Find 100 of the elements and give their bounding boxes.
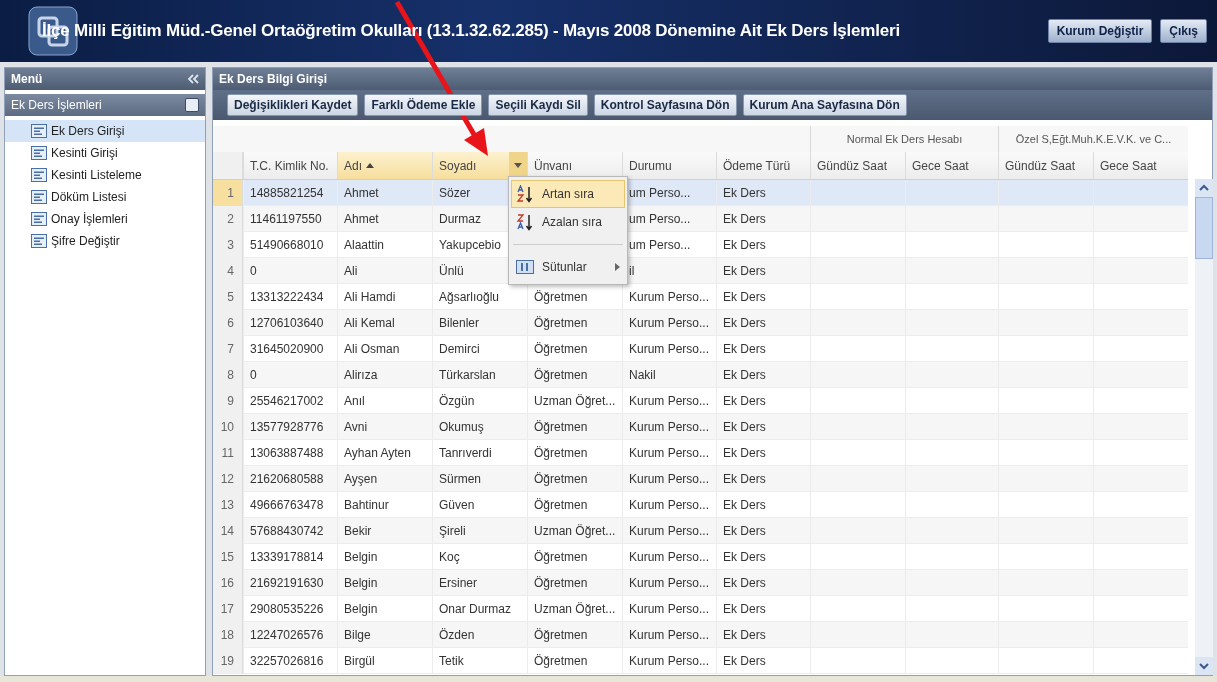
scroll-thumb[interactable] <box>1195 197 1213 259</box>
table-row[interactable]: 17 29080535226 Belgin Onar Durmaz Uzman Öğret... Kurum Perso... Ek Ders <box>213 596 1188 622</box>
toolbar-button[interactable]: Farklı Ödeme Ekle <box>364 94 483 116</box>
table-cell: Ek Ders <box>723 549 766 564</box>
table-row[interactable]: 18 12247026576 Bilge Özden Öğretmen Kurum Perso... Ek Ders <box>213 622 1188 648</box>
row-number: 17 <box>213 596 243 622</box>
collapse-icon[interactable] <box>187 74 199 84</box>
submenu-arrow-icon <box>615 263 620 271</box>
table-cell: Ek Ders <box>723 471 766 486</box>
row-number: 16 <box>213 570 243 596</box>
menu-item[interactable]: Ek Ders Girişi <box>5 120 205 142</box>
table-cell: Ek Ders <box>723 575 766 590</box>
table-cell: Alaattin <box>344 237 385 252</box>
table-row[interactable]: 19 32257026816 Birgül Tetik Öğretmen Kurum Perso... Ek Ders <box>213 648 1188 674</box>
form-icon <box>31 168 47 182</box>
table-cell: Kurum Perso... <box>629 419 710 434</box>
table-row[interactable]: 6 12706103640 Ali Kemal Bilenler Öğretmen Kurum Perso... Ek Ders <box>213 310 1188 336</box>
table-row[interactable]: 12 21620680588 Ayşen Sürmen Öğretmen Kurum Perso... Ek Ders <box>213 466 1188 492</box>
table-cell: Ali Kemal <box>344 315 395 330</box>
id-cell: 13339178814 <box>250 549 324 564</box>
column-header[interactable]: Gece Saat <box>905 152 998 179</box>
table-cell: Kurum Perso... <box>629 289 710 304</box>
menu-item[interactable]: Onay İşlemleri <box>5 208 205 230</box>
sidebar-title: Menü <box>11 72 43 86</box>
table-cell: Avni <box>344 419 368 434</box>
table-row[interactable]: 10 13577928776 Avni Okumuş Öğretmen Kurum Perso... Ek Ders <box>213 414 1188 440</box>
row-number: 4 <box>213 258 243 284</box>
table-cell: Öğretmen <box>534 419 588 434</box>
table-cell: il <box>629 263 635 278</box>
header-button[interactable]: Kurum Değiştir <box>1047 19 1153 43</box>
table-cell: Ali Hamdi <box>344 289 396 304</box>
menu-item[interactable]: Döküm Listesi <box>5 186 205 208</box>
table-cell: Kurum Perso... <box>629 627 710 642</box>
table-cell: Okumuş <box>439 419 484 434</box>
menu-item[interactable]: Şifre Değiştir <box>5 230 205 252</box>
table-cell: Yakupcebio <box>439 237 501 252</box>
id-cell: 57688430742 <box>250 523 324 538</box>
table-row[interactable]: 9 25546217002 Anıl Özgün Uzman Öğret... Kurum Perso... Ek Ders <box>213 388 1188 414</box>
table-cell: Kurum Perso... <box>629 315 710 330</box>
scroll-down-icon[interactable] <box>1195 657 1213 675</box>
table-cell: Ek Ders <box>723 341 766 356</box>
column-label: Ünvanı <box>534 158 573 173</box>
table-cell: Ali Osman <box>344 341 400 356</box>
table-cell: Öğretmen <box>534 627 588 642</box>
table-row[interactable]: 8 0 Alirıza Türkarslan Öğretmen Nakil Ek Ders <box>213 362 1188 388</box>
table-cell: Ersiner <box>439 575 477 590</box>
header-button[interactable]: Çıkış <box>1160 19 1207 43</box>
table-row[interactable]: 13 49666763478 Bahtinur Güven Öğretmen Kurum Perso... Ek Ders <box>213 492 1188 518</box>
row-number: 13 <box>213 492 243 518</box>
table-cell: Sözer <box>439 185 471 200</box>
table-row[interactable]: 16 21692191630 Belgin Ersiner Öğretmen Kurum Perso... Ek Ders <box>213 570 1188 596</box>
column-header[interactable]: Gündüz Saat <box>998 152 1093 179</box>
table-cell: Bilenler <box>439 315 480 330</box>
table-row[interactable]: 15 13339178814 Belgin Koç Öğretmen Kurum Perso... Ek Ders <box>213 544 1188 570</box>
toolbar-button[interactable]: Kurum Ana Sayfasına Dön <box>742 94 907 116</box>
table-cell: Öğretmen <box>534 653 588 668</box>
table-cell: Ek Ders <box>723 367 766 382</box>
table-cell: Tetik <box>439 653 464 668</box>
table-cell: Tanrıverdi <box>439 445 492 460</box>
column-header[interactable]: Gündüz Saat <box>810 152 905 179</box>
row-number: 3 <box>213 232 243 258</box>
column-label: Gece Saat <box>912 158 969 173</box>
toolbar-button[interactable]: Seçili Kaydı Sil <box>488 94 588 116</box>
table-cell: Kurum Perso... <box>629 471 710 486</box>
id-cell: 12706103640 <box>250 315 324 330</box>
table-cell: Ahmet <box>344 211 379 226</box>
column-header[interactable]: Ödeme Türü <box>716 152 810 179</box>
column-header[interactable]: Adı <box>337 152 432 179</box>
table-row[interactable]: 7 31645020900 Ali Osman Demirci Öğretmen Kurum Perso... Ek Ders <box>213 336 1188 362</box>
table-cell: Ek Ders <box>723 419 766 434</box>
row-number: 9 <box>213 388 243 414</box>
table-cell: Ek Ders <box>723 237 766 252</box>
table-cell: Kurum Perso... <box>629 523 710 538</box>
minus-icon[interactable] <box>185 98 199 112</box>
column-header[interactable]: Gece Saat <box>1093 152 1188 179</box>
id-cell: 13063887488 <box>250 445 324 460</box>
table-cell: Nakil <box>629 367 656 382</box>
menu-item[interactable]: Kesinti Girişi <box>5 142 205 164</box>
column-header[interactable]: Soyadı <box>432 152 527 179</box>
section-header[interactable]: Ek Ders İşlemleri <box>5 94 205 116</box>
toolbar-button[interactable]: Değişiklikleri Kaydet <box>227 94 359 116</box>
menu-item[interactable]: Kesinti Listeleme <box>5 164 205 186</box>
scroll-up-icon[interactable] <box>1195 179 1213 197</box>
toolbar-button[interactable]: Kontrol Sayfasına Dön <box>593 94 737 116</box>
form-icon <box>31 190 47 204</box>
column-label: Gece Saat <box>1100 158 1157 173</box>
table-cell: Belgin <box>344 549 378 564</box>
row-number: 1 <box>213 180 243 206</box>
table-cell: Öğretmen <box>534 497 588 512</box>
table-row[interactable]: 11 13063887488 Ayhan Ayten Tanrıverdi Öğretmen Kurum Perso... Ek Ders <box>213 440 1188 466</box>
table-cell: Kurum Perso... <box>629 601 710 616</box>
row-number: 11 <box>213 440 243 466</box>
id-cell: 29080535226 <box>250 601 324 616</box>
table-row[interactable]: 5 13313222434 Ali Hamdi Ağsarlıoğlu Öğretmen Kurum Perso... Ek Ders <box>213 284 1188 310</box>
row-number: 12 <box>213 466 243 492</box>
menu-item[interactable]: Artan sıra <box>511 180 625 208</box>
table-cell: Anıl <box>344 393 365 408</box>
table-row[interactable]: 14 57688430742 Bekir Şireli Uzman Öğret... Kurum Perso... Ek Ders <box>213 518 1188 544</box>
table-cell: Sürmen <box>439 471 482 486</box>
scrollbar[interactable] <box>1195 179 1213 675</box>
